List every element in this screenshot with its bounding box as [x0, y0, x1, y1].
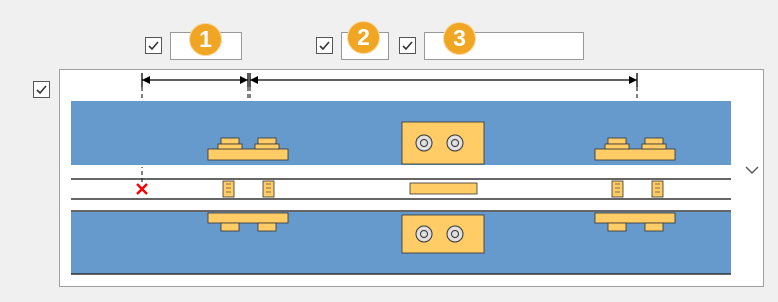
upper-center-module: [401, 121, 485, 165]
row-enable-checkbox[interactable]: [33, 81, 50, 98]
callout-badge-2: 2: [347, 21, 380, 54]
lower-center-module: [401, 214, 485, 254]
option-1-checkbox[interactable]: [145, 37, 162, 54]
option-2-checkbox[interactable]: [316, 37, 333, 54]
middle-row-parts: [222, 180, 664, 198]
option-3-checkbox[interactable]: [399, 37, 416, 54]
callout-badge-1: 1: [189, 23, 222, 56]
dimension-lines: [141, 73, 638, 87]
check-icon: [402, 41, 413, 51]
layout-preview: [59, 69, 764, 287]
callout-badge-3: 3: [443, 22, 476, 55]
layout-diagram: [71, 73, 731, 275]
chevron-down-icon[interactable]: [745, 165, 759, 175]
x-marker-icon: [136, 183, 148, 195]
check-icon: [36, 85, 47, 95]
check-icon: [148, 41, 159, 51]
check-icon: [319, 41, 330, 51]
